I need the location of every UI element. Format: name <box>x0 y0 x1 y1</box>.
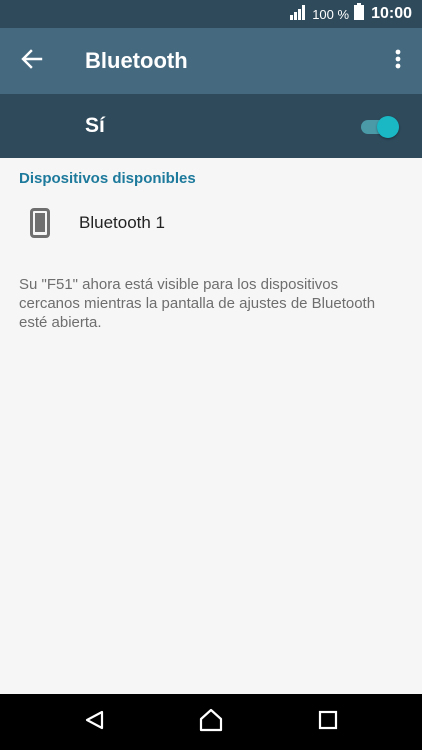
master-switch-label: Sí <box>85 114 105 137</box>
navigation-bar <box>0 694 422 750</box>
page-title: Bluetooth <box>85 48 188 73</box>
more-options-button[interactable] <box>386 43 410 79</box>
status-bar: 100 % 10:00 <box>0 0 422 28</box>
status-icons: 100 % 10:00 <box>289 0 412 28</box>
back-button[interactable] <box>14 43 50 79</box>
more-vert-icon <box>395 49 401 74</box>
visibility-message: Su "F51" ahora está visible para los dis… <box>19 276 376 331</box>
section-header-available-devices: Dispositivos disponibles <box>19 170 196 187</box>
device-name: Bluetooth 1 <box>79 213 166 232</box>
bluetooth-master-switch-row[interactable]: Sí <box>0 94 422 158</box>
main-content: Dispositivos disponibles Bluetooth 1 Su … <box>0 158 422 694</box>
bluetooth-toggle[interactable] <box>361 114 399 138</box>
recents-icon <box>318 710 338 735</box>
battery-percent: 100 % <box>312 6 350 22</box>
nav-home-button[interactable] <box>193 704 229 740</box>
home-icon <box>198 708 224 737</box>
toggle-thumb <box>377 116 399 138</box>
device-list-item[interactable]: Bluetooth 1 <box>0 198 422 248</box>
nav-recents-button[interactable] <box>310 704 346 740</box>
phone-icon <box>30 208 50 238</box>
signal-icon <box>289 4 307 25</box>
nav-back-button[interactable] <box>76 704 112 740</box>
clock: 10:00 <box>371 5 412 22</box>
back-icon <box>83 709 105 736</box>
app-bar: Bluetooth <box>0 28 422 94</box>
back-arrow-icon <box>21 48 43 74</box>
battery-icon <box>354 3 365 25</box>
